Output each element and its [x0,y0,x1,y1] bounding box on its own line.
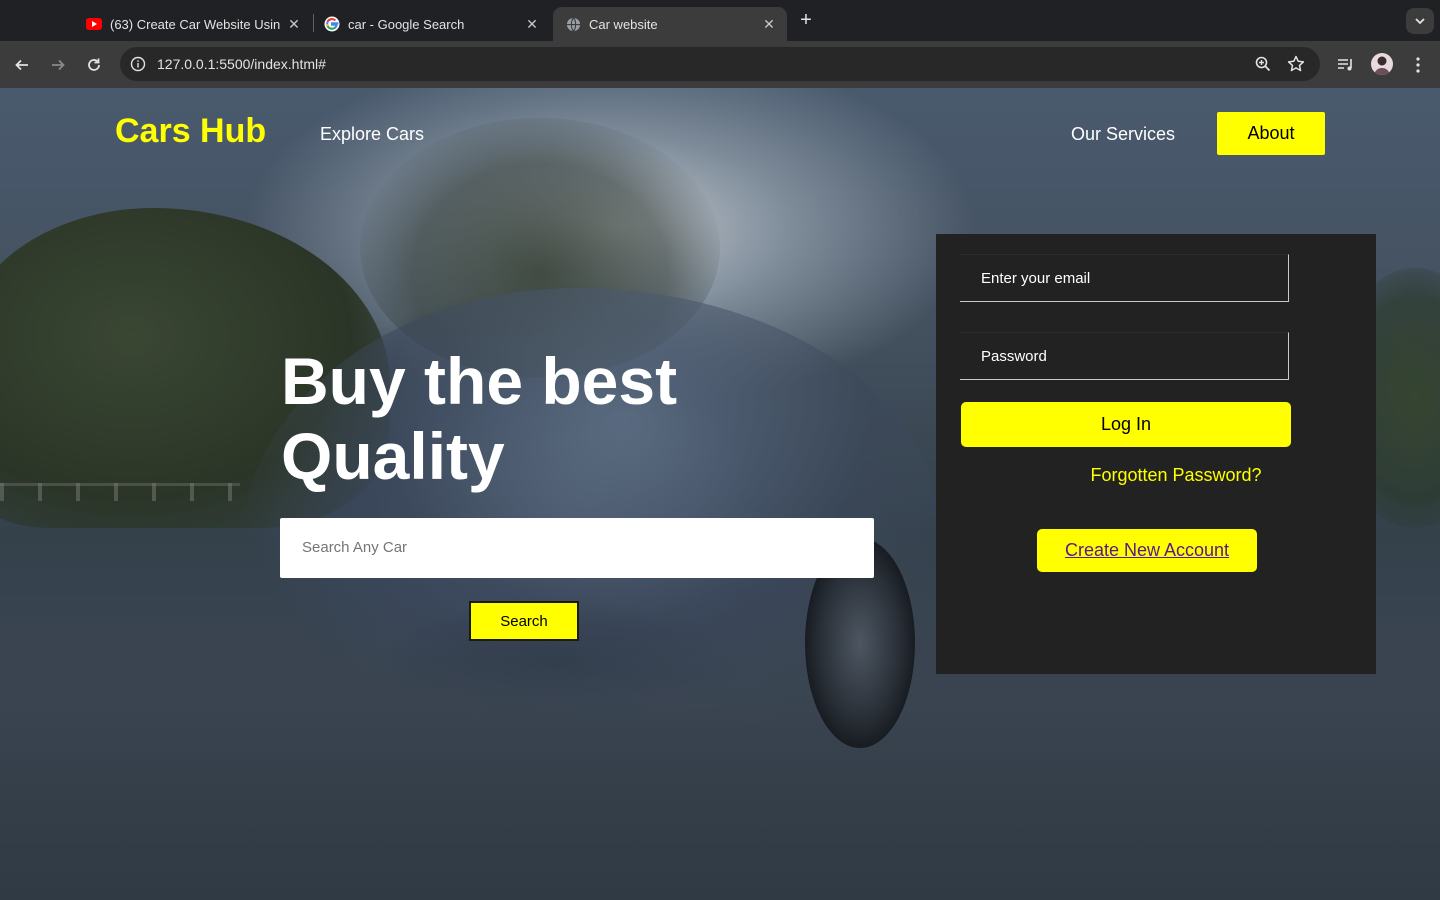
site-logo[interactable]: Cars Hub [115,112,266,151]
email-placeholder: Enter your email [981,270,1091,287]
tab-search-button[interactable] [1406,8,1434,34]
new-tab-button[interactable]: + [796,10,816,30]
url-text[interactable]: 127.0.0.1:5500/index.html# [157,56,326,72]
tab-car-website[interactable]: Car website ✕ [553,7,787,41]
forward-button[interactable] [46,53,70,77]
hero-heading-line: Quality [281,419,505,493]
background-fence [0,483,240,501]
chevron-down-icon [1415,18,1425,25]
site-info-icon[interactable] [128,54,148,74]
zoom-icon[interactable] [1254,55,1272,73]
password-placeholder: Password [981,348,1047,365]
tab-google-search[interactable]: car - Google Search ✕ [312,7,550,41]
bookmark-star-icon[interactable] [1286,54,1306,74]
reload-icon [88,58,100,71]
browser-tab-strip: (63) Create Car Website Usin ✕ car - Goo… [0,0,1440,41]
hero-heading-line: Buy the best [281,344,678,418]
create-account-button[interactable]: Create New Account [1037,529,1257,572]
login-panel: Enter your email Password Log In Forgott… [936,234,1376,674]
youtube-icon [86,16,102,32]
car-search-input[interactable]: Search Any Car [280,518,874,578]
password-field[interactable]: Password [960,332,1289,380]
close-tab-icon[interactable]: ✕ [524,16,540,33]
back-button[interactable] [10,53,34,77]
about-button[interactable]: About [1217,112,1325,155]
hero-heading: Buy the best Quality [281,344,841,494]
address-bar[interactable]: 127.0.0.1:5500/index.html# [120,47,1320,81]
forgot-password-link[interactable]: Forgotten Password? [936,465,1376,486]
nav-explore-cars[interactable]: Explore Cars [320,124,424,145]
close-tab-icon[interactable]: ✕ [761,16,777,33]
media-controls-icon[interactable] [1335,54,1357,76]
page-viewport: Cars Hub Explore Cars Our Services About… [0,88,1440,900]
arrow-left-icon [15,59,28,71]
close-tab-icon[interactable]: ✕ [286,16,302,33]
profile-avatar[interactable] [1371,53,1393,75]
tab-title: Car website [589,16,658,32]
search-placeholder: Search Any Car [302,539,408,556]
search-button[interactable]: Search [469,601,579,641]
tab-youtube[interactable]: (63) Create Car Website Usin ✕ [74,7,312,41]
email-field[interactable]: Enter your email [960,254,1289,302]
tab-title: car - Google Search [348,16,465,32]
login-button[interactable]: Log In [961,402,1291,447]
arrow-right-icon [52,59,65,71]
reload-button[interactable] [82,53,106,77]
google-icon [324,16,340,32]
globe-icon [565,16,581,32]
nav-our-services[interactable]: Our Services [1071,124,1175,145]
browser-menu-icon[interactable] [1407,54,1429,76]
browser-toolbar: 127.0.0.1:5500/index.html# [0,41,1440,88]
tab-title: (63) Create Car Website Usin [110,16,281,32]
